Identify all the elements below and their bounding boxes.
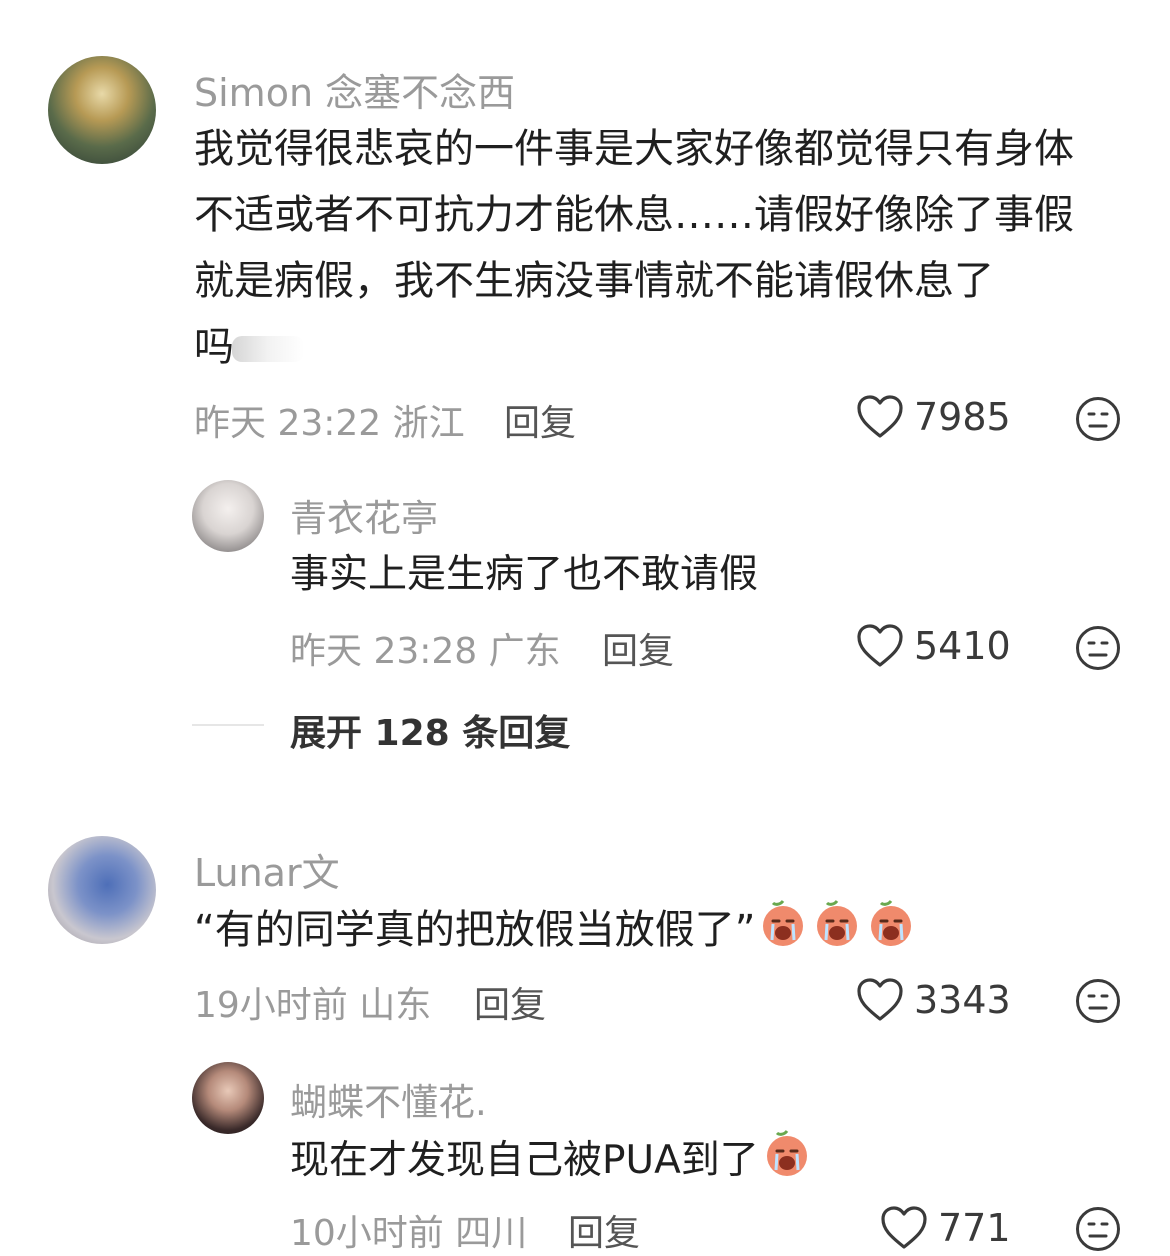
expand-divider xyxy=(192,724,264,726)
reply-button[interactable]: 回复 xyxy=(474,976,546,1028)
like-button[interactable]: 7985 xyxy=(856,394,1011,440)
comment-text-content: “有的同学真的把放假当放假了” xyxy=(194,907,756,953)
comment-text-line: 我觉得很悲哀的一件事是大家好像都觉得只有身体 xyxy=(194,126,1074,172)
avatar[interactable] xyxy=(48,836,156,944)
crying-peach-emoji xyxy=(865,896,917,968)
comment-meta: 昨天 23:22 浙江 xyxy=(194,403,465,444)
comment-text-line: 不适或者不可抗力才能休息……请假好像除了事假 xyxy=(194,192,1074,238)
neutral-face-icon[interactable] xyxy=(1075,396,1121,442)
username[interactable]: Simon 念塞不念西 xyxy=(194,62,515,117)
neutral-face-icon[interactable] xyxy=(1075,1206,1121,1252)
reply-meta: 昨天 23:28 广东 xyxy=(290,631,561,672)
avatar[interactable] xyxy=(48,56,156,164)
username[interactable]: Lunar文 xyxy=(194,842,340,897)
neutral-face-icon[interactable] xyxy=(1075,978,1121,1024)
like-count: 771 xyxy=(938,1206,1011,1250)
like-button[interactable]: 3343 xyxy=(856,977,1011,1023)
comment-text: “有的同学真的把放假当放假了” xyxy=(194,896,917,968)
comment-text-line: 吗 xyxy=(194,324,234,370)
blurred-emoji xyxy=(232,336,304,362)
like-count: 5410 xyxy=(914,624,1011,668)
reply-button[interactable]: 回复 xyxy=(504,394,576,446)
expand-replies-button[interactable]: 展开 128 条回复 xyxy=(290,704,570,756)
heart-outline-icon xyxy=(857,395,903,438)
heart-outline-icon xyxy=(857,624,903,667)
reply-button[interactable]: 回复 xyxy=(602,622,674,674)
reply-meta: 10小时前 四川 xyxy=(290,1213,528,1254)
heart-outline-icon xyxy=(881,1206,927,1249)
like-button[interactable]: 771 xyxy=(880,1205,1011,1251)
avatar[interactable] xyxy=(192,480,264,552)
reply-text: 事实上是生病了也不敢请假 xyxy=(290,552,759,597)
username[interactable]: 蝴蝶不懂花. xyxy=(290,1072,487,1126)
crying-peach-emoji xyxy=(761,1126,813,1199)
like-count: 7985 xyxy=(914,395,1011,439)
comment-meta: 19小时前 山东 xyxy=(194,985,432,1026)
crying-peach-emoji xyxy=(757,896,809,968)
neutral-face-icon[interactable] xyxy=(1075,625,1121,671)
reply-text-content: 现在才发现自己被PUA到了 xyxy=(290,1138,759,1183)
reply-text: 现在才发现自己被PUA到了 xyxy=(290,1126,813,1199)
reply-button[interactable]: 回复 xyxy=(568,1204,640,1256)
username[interactable]: 青衣花亭 xyxy=(290,488,438,542)
crying-peach-emoji xyxy=(811,896,863,968)
avatar[interactable] xyxy=(192,1062,264,1134)
like-button[interactable]: 5410 xyxy=(856,623,1011,669)
heart-outline-icon xyxy=(857,978,903,1021)
like-count: 3343 xyxy=(914,978,1011,1022)
comment-text-line: 就是病假，我不生病没事情就不能请假休息了 xyxy=(194,258,994,304)
